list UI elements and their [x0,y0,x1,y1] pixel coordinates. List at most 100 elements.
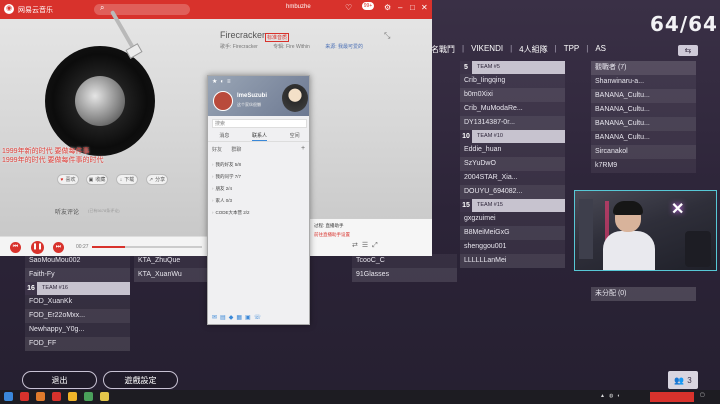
recording-indicator[interactable] [650,392,694,402]
player-slot[interactable]: FOD_XuanKk [25,295,130,309]
search-icon[interactable]: ⌕ [100,3,104,13]
fullscreen-icon[interactable]: ⤢ [372,242,382,249]
settings-icon[interactable]: ⚙ [384,3,391,12]
collect-button[interactable]: ▣ 收藏 [86,174,108,185]
spectator-item[interactable]: Shanwinaru-a... [591,75,696,89]
player-slot[interactable]: Faith-Fy [25,268,130,282]
neon-logo-icon: ✕ [671,201,685,218]
start-icon[interactable] [4,392,13,401]
unassigned-slot[interactable]: 未分配 (0) [591,287,696,301]
player-slot[interactable]: shenggou001 [460,240,565,254]
player-slot[interactable]: 2004STAR_Xia... [460,171,565,185]
player-slot[interactable]: B8MeiMeiGxG [460,226,565,240]
chevron-right-icon: › [212,162,214,167]
player-slot[interactable]: SaoMouMou002 [25,254,130,268]
contact-group[interactable]: › CODE大本营 2/2 [212,208,250,217]
file-icon[interactable]: ▤ [220,315,229,321]
spectator-item[interactable]: BANANA_Cultu... [591,89,696,103]
player-slot[interactable]: FOD_FF [25,337,130,351]
notify-link[interactable]: 前往直播助手设置 [314,232,350,238]
taskbar-app-icon[interactable] [84,392,93,401]
share-button[interactable]: ↗ 分享 [146,174,168,185]
player-slot[interactable]: SzYuDwO [460,157,565,171]
team-number: 16 [25,282,37,295]
player-slot[interactable]: DOUYU_694082... [460,185,565,199]
pause-button[interactable]: ❚❚ [31,241,44,254]
artist-label[interactable]: 歌手: Firecracker [220,44,258,50]
collapse-icon[interactable]: ⤡ [384,31,390,41]
previous-button[interactable]: ⏮ [10,242,21,253]
list-icon[interactable]: ☰ [362,242,372,249]
taskbar-app-icon[interactable] [36,392,45,401]
team-header-15[interactable]: 15 TEAM #15 [460,199,565,212]
tab-contacts[interactable]: 联系人 [251,131,267,141]
progress-bar[interactable] [92,246,202,248]
exit-button[interactable]: 退出 [22,371,97,389]
swap-button[interactable]: ⇆ [678,45,698,56]
like-button[interactable]: ♥ 喜欢 [57,174,79,185]
download-button[interactable]: ↓ 下载 [116,174,138,185]
team-number: 15 [460,199,472,212]
player-slot[interactable]: LLLLLLanMei [460,254,565,268]
taskbar-app-icon[interactable] [52,392,61,401]
team-header-16[interactable]: 16 TEAM #16 [25,282,130,295]
chat-search-input[interactable]: 搜索 [212,119,307,128]
tray-icon[interactable]: ▲ [600,393,609,399]
tab-messages[interactable]: 消息 [219,131,229,141]
music-user-name[interactable]: hmbuzhe [286,4,311,10]
game-settings-button[interactable]: 遊戲設定 [103,371,178,389]
player-slot[interactable]: gxgzuimei [460,212,565,226]
notification-icon[interactable]: ▢ [700,392,705,398]
taskbar-app-icon[interactable] [20,392,29,401]
menu-icon[interactable]: ≡ [227,79,234,85]
spectator-item[interactable]: BANANA_Cultu... [591,117,696,131]
source-label[interactable]: 来源: 我最可爱的 [325,44,363,50]
subtab-friends[interactable]: 好友 [212,147,222,153]
maximize-icon[interactable]: □ [410,3,415,12]
avatar[interactable] [213,91,233,111]
party-count-button[interactable]: 👥 3 [668,371,698,389]
spectator-item[interactable]: BANANA_Cultu... [591,103,696,117]
contact-group[interactable]: › 我的好友 5/8 [212,160,241,169]
minimize-icon[interactable]: – [398,3,402,12]
team-column-3: TcooC_C 91Glasses [352,254,457,282]
chat-signature[interactable]: 这个家伙很懒 [237,102,261,108]
next-button[interactable]: ⏭ [53,242,64,253]
player-slot[interactable]: Crib_MuModaRe... [460,102,565,116]
team-header-10[interactable]: 10 TEAM #10 [460,130,565,143]
contact-group[interactable]: › 我的同学 7/7 [212,172,241,181]
player-slot[interactable]: Newhappy_Y0g... [25,323,130,337]
spectator-item[interactable]: Sircanakol [591,145,696,159]
spectator-item[interactable]: BANANA_Cultu... [591,131,696,145]
pet-avatar [282,84,308,112]
close-icon[interactable]: ✕ [421,3,428,12]
add-icon[interactable]: + [301,145,305,152]
team-header-5[interactable]: 5 TEAM #5 [460,61,565,74]
player-slot[interactable]: Crib_Iingqing [460,74,565,88]
mail-icon[interactable]: ✉ [212,315,220,321]
calendar-icon[interactable]: ▣ [245,315,254,321]
music-search-input[interactable] [94,4,190,15]
player-slot[interactable]: b0m0Xixi [460,88,565,102]
contact-group[interactable]: › 朋友 2/4 [212,184,232,193]
app-icon[interactable]: ▦ [236,315,245,321]
player-slot[interactable]: FOD_Er22oMxx... [25,309,130,323]
player-slot[interactable]: Eddie_huan [460,143,565,157]
spectator-item[interactable]: k7RM9 [591,159,696,173]
subtab-groups[interactable]: 群聊 [231,147,241,153]
player-slot[interactable]: 91Glasses [352,268,457,282]
skin-icon[interactable]: ♡ [345,3,352,12]
spectator-header[interactable]: 觀戰者 (7) [591,61,696,75]
tab-space[interactable]: 空间 [290,131,300,141]
mode-icon[interactable]: ⇄ [352,242,362,249]
player-slot[interactable]: DY1314387-0r... [460,116,565,130]
taskbar-app-icon[interactable] [68,392,77,401]
taskbar-app-icon[interactable] [100,392,109,401]
contact-group[interactable]: › 家人 0/3 [212,196,232,205]
phone-icon[interactable]: ☏ [254,315,265,321]
volume-icon[interactable]: ◐ [617,393,624,399]
album-label[interactable]: 专辑: Fire Within [273,44,310,50]
player-slot[interactable]: TcooC_C [352,254,457,268]
music-app-title: 网易云音乐 [18,6,53,14]
team-label: TEAM #15 [477,202,503,208]
